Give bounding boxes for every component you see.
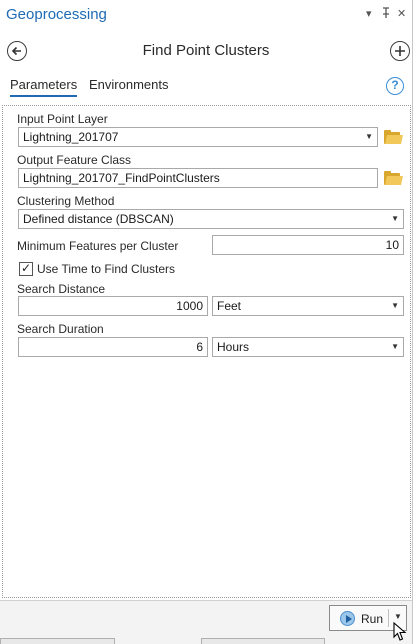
search-duration-unit: Hours (217, 340, 250, 354)
chevron-down-icon: ▼ (391, 214, 399, 223)
pane-menu-icon[interactable]: ▾ (366, 7, 372, 21)
tab-environments[interactable]: Environments (89, 77, 168, 92)
clustering-method-dropdown[interactable]: Defined distance (DBSCAN) ▼ (18, 209, 404, 229)
tool-header: Find Point Clusters (0, 34, 412, 68)
tool-title: Find Point Clusters (142, 42, 270, 59)
pin-icon[interactable] (381, 7, 391, 23)
tab-parameters[interactable]: Parameters (10, 77, 78, 97)
search-distance-input[interactable]: 1000 (18, 296, 208, 316)
pane-title: Geoprocessing (6, 6, 107, 23)
add-icon (395, 46, 405, 56)
chevron-down-icon: ▼ (391, 342, 399, 351)
chevron-down-icon: ▼ (365, 132, 373, 141)
search-duration-unit-dropdown[interactable]: Hours ▼ (212, 337, 404, 357)
bottom-tab-left[interactable] (0, 638, 115, 644)
run-options-chevron-icon[interactable]: ▼ (394, 612, 402, 621)
search-distance-label: Search Distance (17, 282, 106, 296)
clustering-method-label: Clustering Method (17, 194, 115, 208)
input-layer-value: Lightning_201707 (23, 130, 119, 144)
browse-output-folder-icon[interactable] (384, 171, 403, 185)
search-distance-unit: Feet (217, 299, 242, 313)
output-fc-value: Lightning_201707_FindPointClusters (23, 171, 220, 185)
run-separator (388, 609, 389, 627)
geoprocessing-pane: Geoprocessing ▾ ✕ Find Point Clusters Pa… (0, 0, 413, 644)
help-icon[interactable]: ? (386, 77, 404, 95)
output-fc-label: Output Feature Class (17, 153, 132, 167)
run-label: Run (361, 612, 384, 626)
add-button[interactable] (390, 41, 410, 61)
search-duration-input[interactable]: 6 (18, 337, 208, 357)
checkmark-icon: ✓ (21, 261, 32, 275)
use-time-label: Use Time to Find Clusters (37, 262, 176, 276)
search-duration-label: Search Duration (17, 322, 104, 336)
tab-strip: Parameters Environments ? (0, 70, 412, 100)
run-play-icon (340, 611, 355, 626)
use-time-checkbox[interactable]: ✓ (19, 261, 33, 276)
clustering-method-value: Defined distance (DBSCAN) (23, 212, 174, 226)
search-distance-unit-dropdown[interactable]: Feet ▼ (212, 296, 404, 316)
pane-titlebar: Geoprocessing ▾ ✕ (0, 0, 412, 32)
mouse-cursor-icon (393, 622, 407, 641)
output-fc-input[interactable]: Lightning_201707_FindPointClusters (18, 168, 378, 188)
min-features-label: Minimum Features per Cluster (17, 239, 179, 253)
input-layer-label: Input Point Layer (17, 112, 108, 126)
chevron-down-icon: ▼ (391, 301, 399, 310)
input-layer-dropdown[interactable]: Lightning_201707 ▼ (18, 127, 378, 147)
bottom-tab-right[interactable] (201, 638, 325, 644)
close-icon[interactable]: ✕ (397, 7, 406, 21)
browse-input-folder-icon[interactable] (384, 130, 403, 144)
min-features-input[interactable]: 10 (212, 235, 404, 255)
